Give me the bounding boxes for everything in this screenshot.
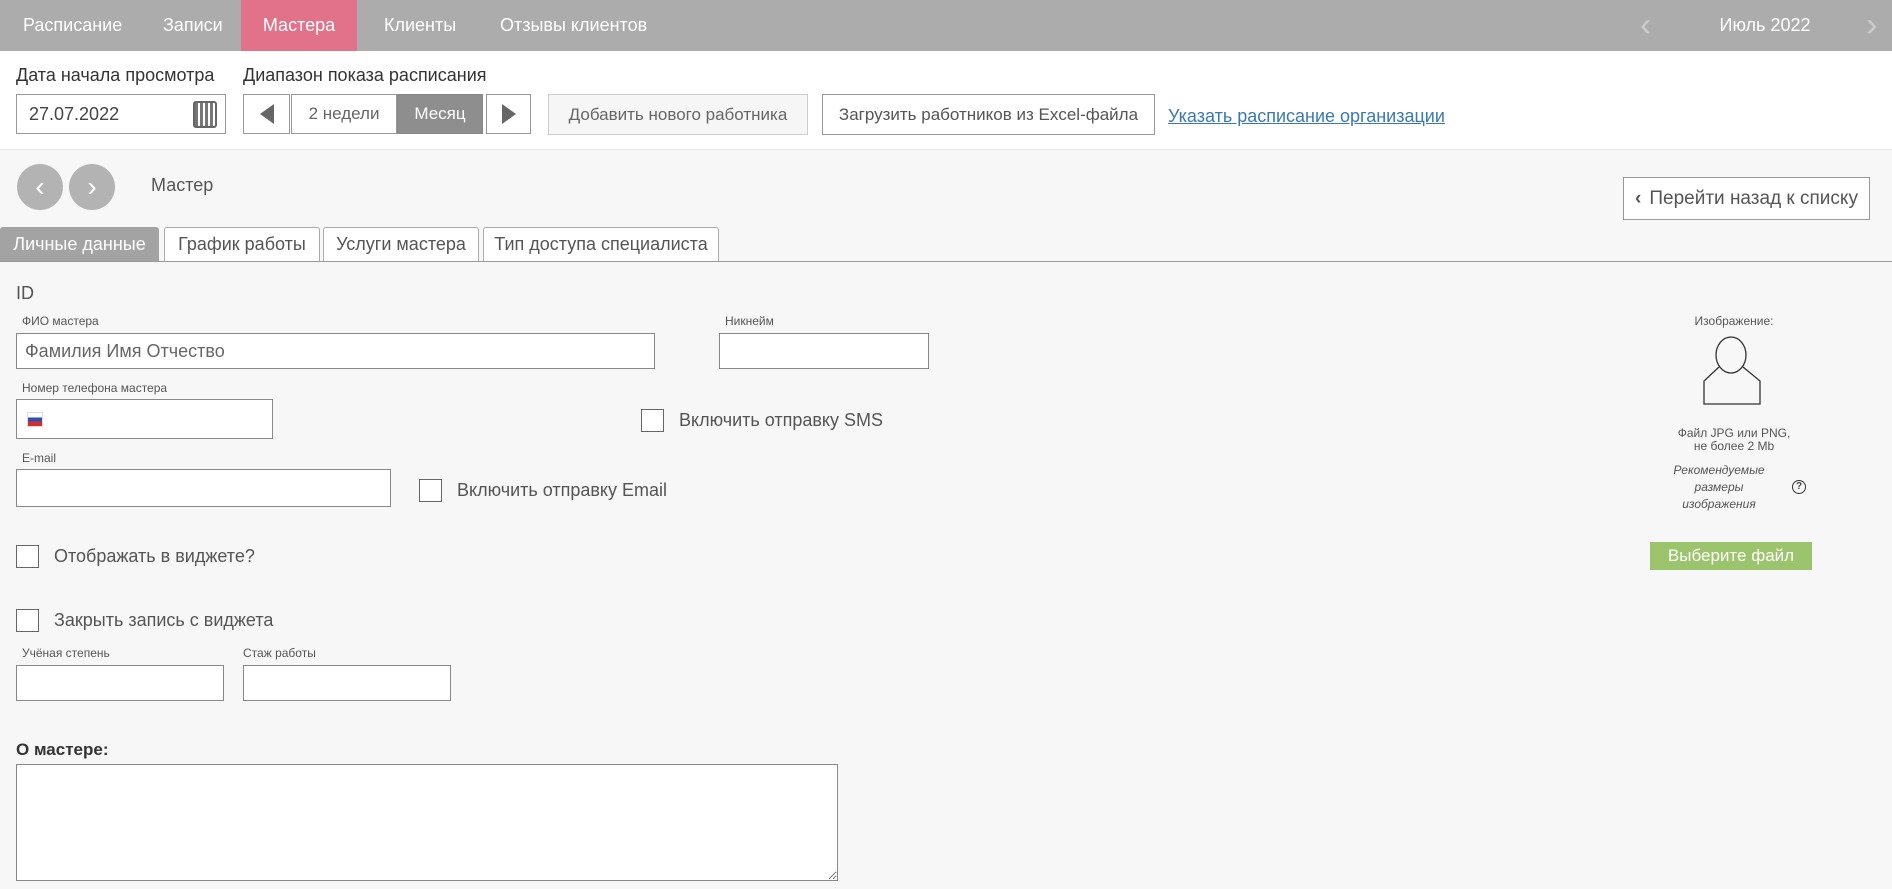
email-label: E-mail (22, 451, 57, 465)
widget-close-checkbox[interactable] (16, 609, 39, 632)
phone-label: Номер телефона мастера (22, 381, 168, 395)
phone-input[interactable] (16, 399, 273, 439)
tab-personal-data[interactable]: Личные данные (0, 227, 159, 261)
experience-input[interactable] (243, 665, 451, 701)
date-label: Дата начала просмотра (16, 65, 215, 85)
date-input[interactable]: 27.07.2022 (16, 94, 226, 134)
id-label: ID (16, 283, 34, 303)
back-to-list-label: Перейти назад к списку (1649, 187, 1858, 209)
image-label: Изображение: (1694, 314, 1774, 328)
top-nav-bar: Расписание Записи Мастера Клиенты Отзывы… (0, 0, 1892, 51)
chevron-left-icon: ‹ (35, 171, 45, 202)
back-to-list-button[interactable]: ‹ Перейти назад к списку (1623, 177, 1870, 220)
add-worker-button[interactable]: Добавить нового работника (548, 94, 808, 135)
widget-close-label: Закрыть запись с виджета (54, 610, 274, 630)
next-master-button[interactable]: › (69, 164, 115, 210)
upload-excel-button[interactable]: Загрузить работников из Excel-файла (822, 94, 1155, 135)
about-textarea[interactable] (16, 764, 838, 881)
nav-reviews[interactable]: Отзывы клиентов (477, 0, 670, 51)
tab-work-schedule[interactable]: График работы (164, 227, 320, 261)
nav-records[interactable]: Записи (140, 0, 246, 51)
nickname-label: Никнейм (725, 314, 774, 328)
month-next-icon[interactable]: › (1866, 6, 1877, 45)
calendar-icon[interactable] (193, 101, 217, 128)
widget-show-label: Отображать в виджете? (54, 546, 255, 566)
page-title: Мастер (151, 175, 214, 195)
email-input[interactable] (16, 469, 391, 507)
prev-master-button[interactable]: ‹ (17, 164, 63, 210)
nickname-input[interactable] (719, 333, 929, 369)
month-prev-icon[interactable]: ‹ (1640, 6, 1651, 45)
degree-input[interactable] (16, 665, 224, 701)
date-value: 27.07.2022 (29, 103, 120, 124)
sms-checkbox[interactable] (641, 409, 664, 432)
file-format-hint-2: не более 2 Mb (1693, 439, 1775, 453)
experience-label: Стаж работы (243, 646, 316, 660)
toolbar: Дата начала просмотра Диапазон показа ра… (0, 51, 1892, 150)
tab-master-services[interactable]: Услуги мастера (323, 227, 479, 261)
recommended-sizes: Рекомендуемые размеры изображения (1673, 463, 1765, 511)
nav-clients[interactable]: Клиенты (361, 0, 479, 51)
file-format-hint: Файл JPG или PNG, не более 2 Mb (1634, 427, 1834, 453)
tabs-divider (0, 261, 1892, 262)
range-label: Диапазон показа расписания (243, 65, 487, 85)
org-schedule-link[interactable]: Указать расписание организации (1168, 106, 1445, 127)
russia-flag-icon[interactable] (27, 412, 43, 427)
current-month: Июль 2022 (1719, 15, 1811, 35)
chevron-left-icon: ‹ (1635, 187, 1642, 209)
email-send-label: Включить отправку Email (457, 480, 668, 500)
tab-access-type[interactable]: Тип доступа специалиста (483, 227, 719, 261)
nav-schedule[interactable]: Расписание (0, 0, 145, 51)
range-2weeks-button[interactable]: 2 недели (291, 94, 397, 134)
degree-label: Учёная степень (22, 646, 110, 660)
fio-label: ФИО мастера (22, 314, 99, 328)
chevron-right-icon: › (87, 171, 97, 202)
avatar-placeholder-icon (1703, 336, 1761, 405)
nav-masters[interactable]: Мастера (241, 0, 357, 51)
range-prev-button[interactable] (243, 94, 290, 134)
help-icon[interactable]: ? (1792, 480, 1806, 494)
about-label: О мастере: (16, 740, 109, 759)
email-send-checkbox[interactable] (419, 479, 442, 502)
range-next-button[interactable] (486, 94, 531, 134)
triangle-right-icon (501, 104, 516, 124)
range-month-button[interactable]: Месяц (397, 94, 483, 134)
fio-input[interactable] (16, 333, 655, 369)
choose-file-button[interactable]: Выберите файл (1650, 542, 1812, 570)
triangle-left-icon (259, 104, 274, 124)
sms-label: Включить отправку SMS (679, 410, 884, 430)
widget-show-checkbox[interactable] (16, 545, 39, 568)
